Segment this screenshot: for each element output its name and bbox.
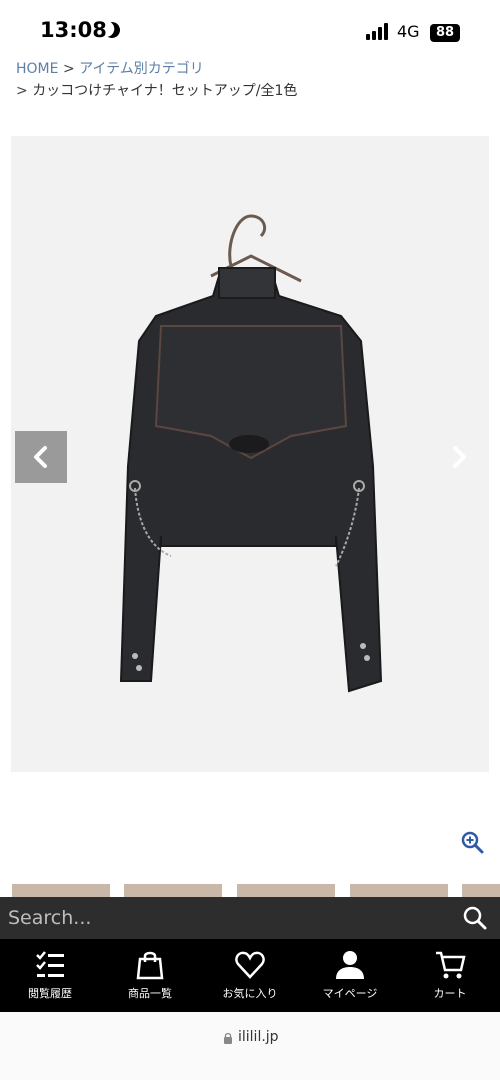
heart-icon xyxy=(235,951,265,979)
search-bar xyxy=(0,897,500,939)
chevron-right-icon xyxy=(453,446,466,468)
thumbnail[interactable] xyxy=(124,884,222,898)
breadcrumb-category-link[interactable]: アイテム別カテゴリ xyxy=(79,61,204,77)
breadcrumb-separator: > xyxy=(62,61,75,77)
nav-label: 閲覧履歴 xyxy=(28,987,72,1000)
carousel-next-button[interactable] xyxy=(433,431,485,483)
history-list-icon xyxy=(36,951,64,977)
status-time: 13:08 xyxy=(40,18,107,42)
search-button[interactable] xyxy=(462,905,488,931)
thumbnail[interactable] xyxy=(462,884,500,898)
breadcrumb-separator: > xyxy=(16,83,28,99)
search-input[interactable] xyxy=(0,897,440,939)
nav-label: お気に入り xyxy=(222,987,278,1000)
nav-item-favorites[interactable]: お気に入り xyxy=(200,939,300,1012)
status-bar: 13:08 4G 88 xyxy=(0,0,500,56)
product-image[interactable] xyxy=(11,136,489,772)
cart-icon xyxy=(436,951,466,979)
network-type: 4G xyxy=(397,22,420,41)
nav-label: マイページ xyxy=(322,987,378,1000)
breadcrumb-current: カッコつけチャイナ！セットアップ/全1色 xyxy=(32,83,298,99)
shopping-bag-icon xyxy=(136,951,164,980)
lock-icon xyxy=(224,1032,232,1044)
zoom-in-icon xyxy=(461,831,484,854)
jacket-photo xyxy=(119,214,383,693)
nav-label: 商品一覧 xyxy=(128,987,172,1000)
nav-item-history[interactable]: 閲覧履歴 xyxy=(0,939,100,1012)
battery-indicator: 88 xyxy=(430,24,460,42)
nav-label: カート xyxy=(433,987,467,1000)
thumbnail[interactable] xyxy=(237,884,335,898)
url-text: ililil.jp xyxy=(238,1029,279,1045)
chevron-left-icon xyxy=(34,446,47,468)
nav-item-cart[interactable]: カート xyxy=(400,939,500,1012)
zoom-button[interactable] xyxy=(460,830,484,854)
cellular-signal-icon xyxy=(366,22,390,40)
thumbnail[interactable] xyxy=(12,884,110,898)
browser-url-bar[interactable] xyxy=(0,1012,500,1080)
search-icon xyxy=(463,906,487,930)
thumbnail[interactable] xyxy=(350,884,448,898)
breadcrumb-home-link[interactable]: HOME xyxy=(16,61,58,77)
bottom-navigation: 閲覧履歴 商品一覧 お気に入り マイページ カート xyxy=(0,939,500,1012)
nav-item-mypage[interactable]: マイページ xyxy=(300,939,400,1012)
breadcrumb: HOME > アイテム別カテゴリ > カッコつけチャイナ！セットアップ/全1色 xyxy=(16,58,297,102)
carousel-prev-button[interactable] xyxy=(15,431,67,483)
thumbnail-strip xyxy=(0,884,500,898)
user-icon xyxy=(336,951,364,979)
nav-item-products[interactable]: 商品一覧 xyxy=(100,939,200,1012)
